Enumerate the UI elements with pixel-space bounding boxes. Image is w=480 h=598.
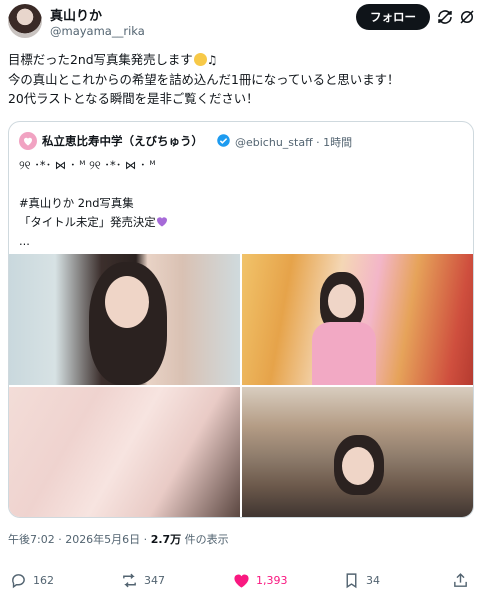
refresh-icon[interactable]: [436, 8, 454, 26]
quote-line-5: ...: [19, 234, 30, 248]
author-name[interactable]: 真山りか: [50, 5, 102, 24]
quote-handle[interactable]: @ebichu_staff: [235, 136, 313, 149]
music-note-icon: ♫: [206, 53, 218, 67]
share-button[interactable]: [452, 572, 475, 589]
quote-handle-time: @ebichu_staff · 1時間: [235, 134, 352, 150]
photo-2[interactable]: [242, 254, 473, 385]
view-count: 2.7万: [150, 533, 182, 546]
quote-line-3: #真山りか 2nd写真集: [19, 196, 134, 210]
photo-3[interactable]: [9, 387, 240, 517]
smile-emoji-icon: [193, 53, 207, 66]
photo-1[interactable]: [9, 254, 240, 385]
verified-badge-icon: [217, 134, 230, 147]
retweet-count: 347: [144, 574, 165, 587]
bookmark-count: 34: [366, 574, 380, 587]
grok-icon[interactable]: [458, 8, 476, 26]
timestamp-time[interactable]: 午後7:02 · 2026年5月6日 ·: [8, 533, 151, 546]
retweet-icon: [123, 573, 136, 588]
quote-author-name[interactable]: 私立恵比寿中学（えびちゅう）: [42, 133, 203, 149]
bookmark-button[interactable]: 34: [343, 572, 380, 589]
quote-time[interactable]: · 1時間: [316, 136, 352, 149]
heart-logo-icon: [24, 137, 32, 146]
heart-icon: [234, 574, 249, 588]
tweet-line-2: 今の真山とこれからの希望を詰め込んだ1冊になっていると思います！: [8, 71, 400, 87]
media-grid: [9, 254, 473, 517]
quote-line-4: 「タイトル未定」発売決定: [19, 215, 156, 229]
reply-count: 162: [33, 574, 54, 587]
quote-line-2: [19, 175, 168, 194]
quote-line-1: ୨୧ ･*･ ⋈ ･ ᴹ ୨୧ ･*･ ⋈ ･ ᴹ: [19, 158, 156, 172]
quote-text: ୨୧ ･*･ ⋈ ･ ᴹ ୨୧ ･*･ ⋈ ･ ᴹ #真山りか 2nd写真集 「…: [19, 156, 168, 251]
bookmark-icon: [346, 573, 357, 589]
tweet-line-3: 20代ラストとなる瞬間を是非ご覧ください！: [8, 91, 259, 106]
reply-button[interactable]: 162: [10, 572, 54, 589]
photo-4[interactable]: [242, 387, 473, 517]
reply-icon: [12, 574, 25, 589]
follow-button[interactable]: フォロー: [356, 4, 430, 30]
share-icon: [454, 573, 467, 587]
purple-heart-icon: [156, 217, 167, 227]
tweet-text: 目標だった2nd写真集発売します ♫ 今の真山とこれからの希望を詰め込んだ1冊にな…: [8, 50, 472, 109]
avatar[interactable]: [8, 4, 42, 38]
quoted-tweet[interactable]: 私立恵比寿中学（えびちゅう） @ebichu_staff · 1時間 ୨୧ ･*…: [8, 121, 474, 518]
retweet-button[interactable]: 347: [121, 572, 165, 589]
action-bar: 162 347 1,393 34: [0, 572, 480, 594]
quote-avatar[interactable]: [19, 132, 37, 150]
tweet-timestamp[interactable]: 午後7:02 · 2026年5月6日 · 2.7万 件の表示: [8, 531, 229, 547]
like-button[interactable]: 1,393: [233, 572, 288, 589]
author-handle[interactable]: @mayama__rika: [50, 24, 145, 38]
view-suffix: 件の表示: [181, 533, 229, 546]
tweet-line-1: 目標だった2nd写真集発売します: [8, 52, 193, 67]
like-count: 1,393: [256, 574, 288, 587]
